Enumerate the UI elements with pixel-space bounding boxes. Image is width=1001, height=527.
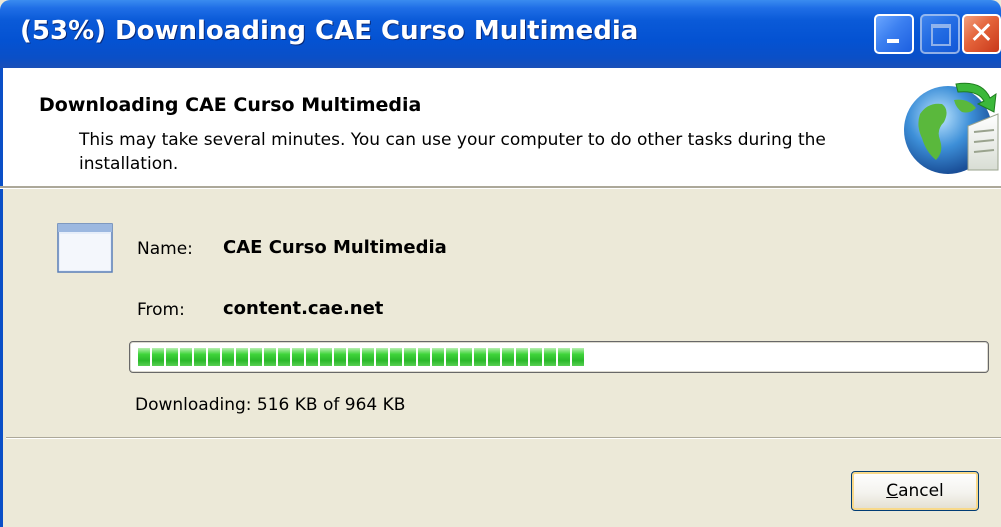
progress-block [292, 348, 304, 366]
progress-fill [138, 348, 584, 366]
close-button[interactable]: ✕ [962, 14, 1001, 54]
download-progress-bar [129, 341, 989, 373]
footer-divider [6, 437, 1001, 439]
progress-block [306, 348, 318, 366]
cancel-mnemonic: C [886, 481, 899, 501]
name-value: CAE Curso Multimedia [223, 237, 447, 258]
progress-block [362, 348, 374, 366]
progress-block [208, 348, 220, 366]
progress-block [474, 348, 486, 366]
progress-block [390, 348, 402, 366]
close-icon: ✕ [968, 16, 995, 51]
progress-block [418, 348, 430, 366]
from-value: content.cae.net [223, 298, 384, 319]
progress-block [250, 348, 262, 366]
progress-block [502, 348, 514, 366]
progress-block [236, 348, 248, 366]
header-panel: Downloading CAE Curso Multimedia This ma… [0, 68, 1001, 186]
progress-block [516, 348, 528, 366]
progress-block [572, 348, 584, 366]
name-label: Name: [137, 239, 193, 259]
progress-block [404, 348, 416, 366]
progress-block [194, 348, 206, 366]
progress-block [264, 348, 276, 366]
progress-block [180, 348, 192, 366]
progress-block [348, 348, 360, 366]
minimize-button[interactable] [874, 14, 914, 54]
progress-block [460, 348, 472, 366]
header-title: Downloading CAE Curso Multimedia [39, 94, 422, 116]
progress-block [138, 348, 150, 366]
from-label: From: [137, 300, 185, 320]
cancel-button[interactable]: Cancel [851, 471, 979, 511]
download-status: Downloading: 516 KB of 964 KB [135, 395, 406, 415]
progress-block [530, 348, 542, 366]
progress-block [222, 348, 234, 366]
progress-block [376, 348, 388, 366]
progress-block [320, 348, 332, 366]
content-area: Name: CAE Curso Multimedia From: content… [0, 189, 1001, 527]
progress-block [544, 348, 556, 366]
progress-block [558, 348, 570, 366]
download-dialog: (53%) Downloading CAE Curso Multimedia ✕… [0, 0, 1001, 527]
progress-block [334, 348, 346, 366]
window-title: (53%) Downloading CAE Curso Multimedia [20, 16, 639, 46]
progress-block [488, 348, 500, 366]
application-window-icon [57, 223, 113, 273]
header-description: This may take several minutes. You can u… [79, 130, 826, 174]
maximize-button [920, 14, 960, 54]
maximize-icon [931, 24, 951, 46]
globe-install-icon [904, 82, 999, 174]
progress-block [446, 348, 458, 366]
title-bar[interactable]: (53%) Downloading CAE Curso Multimedia ✕ [0, 0, 1001, 68]
progress-block [152, 348, 164, 366]
progress-block [278, 348, 290, 366]
progress-block [432, 348, 444, 366]
minimize-icon [887, 39, 899, 43]
cancel-label: ancel [898, 481, 944, 501]
progress-block [166, 348, 178, 366]
